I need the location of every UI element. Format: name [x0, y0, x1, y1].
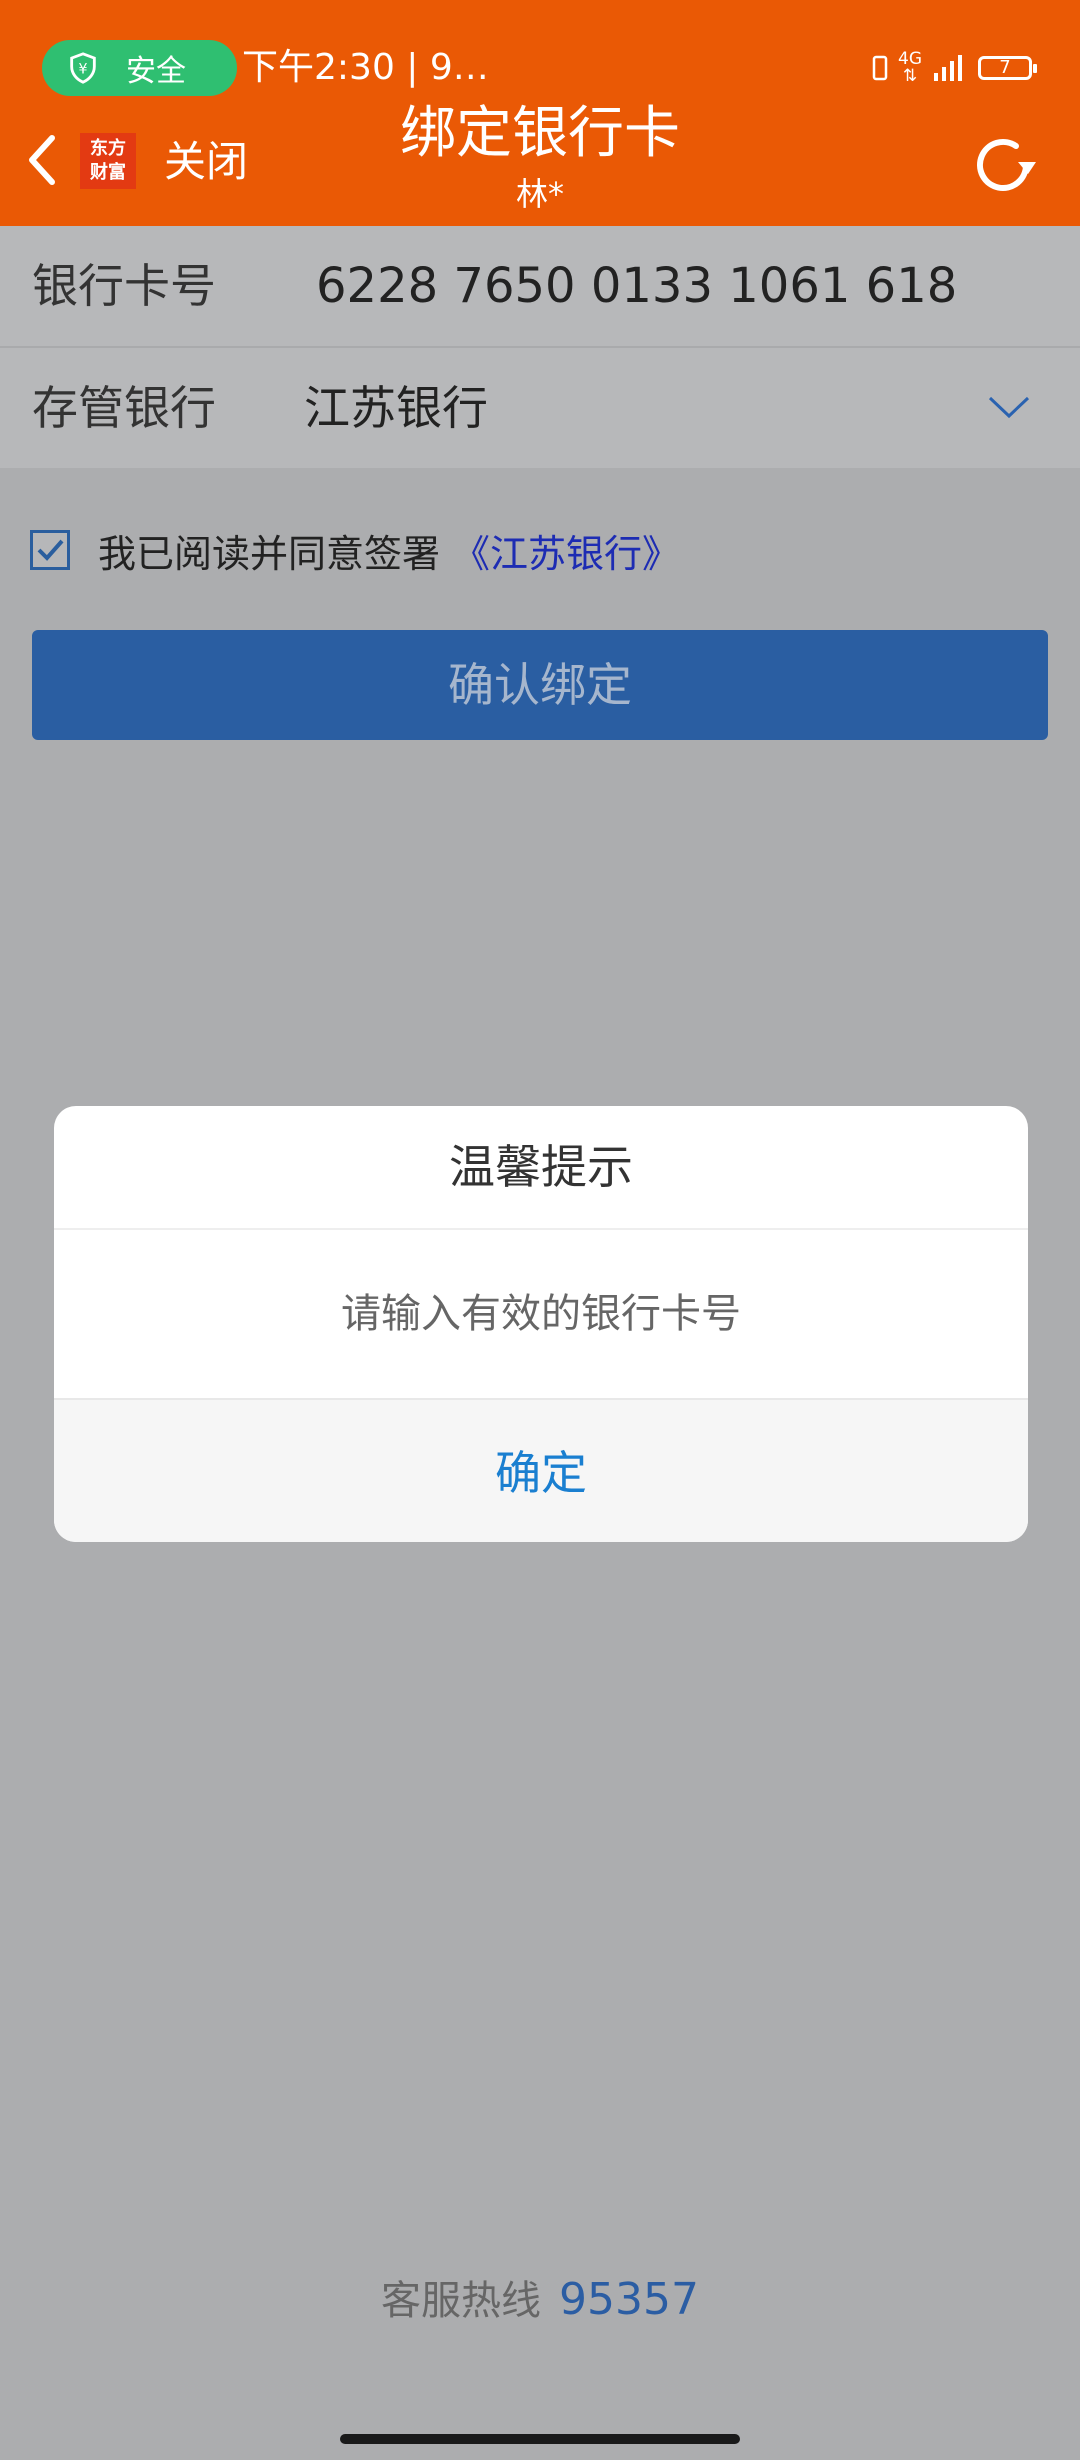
card-number-row[interactable]: 银行卡号 6228 7650 0133 1061 618 [0, 226, 1080, 346]
dialog-ok-button[interactable]: 确定 [54, 1398, 1028, 1542]
security-badge-label: 安全 [126, 54, 186, 89]
agreement-link[interactable]: 《江苏银行》 [452, 523, 680, 578]
account-name: 林* [515, 175, 564, 213]
bank-label: 存管银行 [32, 381, 216, 435]
page-title: 绑定银行卡 [400, 101, 680, 166]
dialog-title: 温馨提示 [54, 1106, 1028, 1230]
bank-row[interactable]: 存管银行 江苏银行 [0, 348, 1080, 468]
refresh-icon[interactable] [968, 130, 1038, 200]
vibrate-icon [872, 55, 888, 81]
home-indicator[interactable] [340, 2434, 740, 2444]
app-header: ¥ 安全 下午2:30 | 9… 4G ⇅ 7 东方 财富 关闭 绑定银行卡 林* [0, 0, 1080, 226]
battery-icon: 7 [978, 56, 1037, 80]
shield-icon: ¥ [70, 52, 96, 84]
chevron-down-icon[interactable] [986, 392, 1032, 422]
check-icon [37, 539, 64, 561]
network-type: 4G [898, 49, 922, 69]
svg-text:¥: ¥ [78, 62, 87, 78]
network-indicator: 4G ⇅ [898, 49, 922, 86]
signal-icon [934, 55, 962, 81]
dialog-message: 请输入有效的银行卡号 [341, 1291, 741, 1337]
status-time: 下午2:30 | 9… [242, 47, 489, 88]
card-number-label: 银行卡号 [32, 259, 216, 313]
agreement-text: 我已阅读并同意签署 [98, 531, 441, 576]
bank-select[interactable]: 江苏银行 [304, 348, 488, 468]
confirm-bind-button[interactable]: 确认绑定 [32, 630, 1048, 740]
customer-hotline: 客服热线 95357 [0, 2268, 1080, 2326]
alert-dialog: 温馨提示 请输入有效的银行卡号 确定 [54, 1106, 1028, 1542]
security-badge: ¥ 安全 [42, 40, 237, 96]
battery-level: 7 [999, 57, 1011, 78]
agreement-checkbox[interactable] [30, 530, 70, 570]
status-icons: 4G ⇅ 7 [872, 46, 1037, 90]
hotline-number[interactable]: 95357 [559, 2274, 699, 2325]
hotline-label: 客服热线 [381, 2278, 541, 2324]
card-number-input[interactable]: 6228 7650 0133 1061 618 [316, 226, 957, 346]
agreement-row: 我已阅读并同意签署 《江苏银行》 [30, 528, 680, 576]
